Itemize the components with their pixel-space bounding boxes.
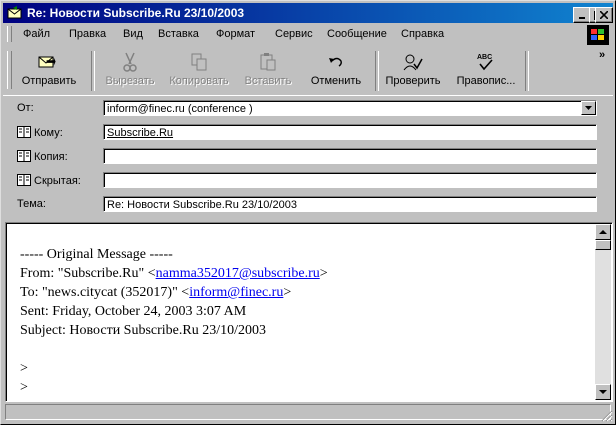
scroll-down-button[interactable] [595,384,611,400]
scissors-icon [123,52,137,72]
to-line: To: "news.citycat (352017)" <inform@fine… [20,285,292,300]
resize-grip-icon[interactable] [601,410,613,422]
bcc-label: Скрытая: [34,175,81,187]
address-book-icon [17,126,31,138]
menu-help[interactable]: Справка [401,28,444,40]
undo-button[interactable]: Отменить [305,51,367,91]
svg-text:ABC: ABC [477,54,492,61]
copy-label: Копировать [169,75,229,87]
from-dropdown[interactable]: inform@finec.ru (conference ) [103,100,597,116]
send-button[interactable]: Отправить [15,51,83,91]
spelling-button[interactable]: ABC Правопис... [451,51,521,91]
quote-line: > [20,380,28,395]
toolbar-more-chevron[interactable]: » [599,49,605,61]
spelling-label: Правопис... [456,75,516,87]
menu-edit[interactable]: Правка [69,28,106,40]
quote-line: > [20,361,28,376]
to-label: Кому: [34,127,63,139]
to-value: Subscribe.Ru [107,127,174,139]
arrow-up-icon [599,230,607,234]
menu-view[interactable]: Вид [123,28,143,40]
subject-field[interactable]: Re: Новости Subscribe.Ru 23/10/2003 [103,196,597,212]
from-line: From: "Subscribe.Ru" <namma352017@subscr… [20,266,328,281]
subject-line: Subject: Новости Subscribe.Ru 23/10/2003 [20,323,267,338]
undo-label: Отменить [310,75,362,87]
original-message-line: ----- Original Message ----- [20,247,173,262]
menu-tools[interactable]: Сервис [275,28,313,40]
scroll-up-button[interactable] [595,224,611,240]
scroll-thumb[interactable] [595,240,611,250]
address-book-icon [17,174,31,186]
undo-arrow-icon [329,57,342,67]
bcc-label-button[interactable]: Скрытая: [17,174,81,187]
check-names-button[interactable]: Проверить [383,51,443,91]
paste-label: Вставить [244,75,292,87]
check-names-label: Проверить [385,75,441,87]
spellcheck-abc-icon: ABC [477,54,493,71]
menu-message[interactable]: Сообщение [327,28,387,40]
to-field[interactable]: Subscribe.Ru [103,124,597,140]
menu-bar: Файл Правка Вид Вставка Формат Сервис Со… [3,24,613,46]
address-book-icon [17,150,31,162]
minimize-icon [579,17,585,19]
divider [3,95,613,96]
subject-label: Тема: [17,198,46,210]
copy-button[interactable]: Копировать [165,51,233,91]
menu-file[interactable]: Файл [23,28,50,40]
check-names-icon [403,54,423,71]
to-email-link[interactable]: inform@finec.ru [189,285,283,300]
send-envelope-icon [38,56,56,68]
to-label-button[interactable]: Кому: [17,126,63,139]
paste-button[interactable]: Вставить [237,51,299,91]
from-value: inform@finec.ru (conference ) [107,103,253,115]
from-email-link[interactable]: namma352017@subscribe.ru [156,266,320,281]
bcc-field[interactable] [103,172,597,188]
sent-line: Sent: Friday, October 24, 2003 3:07 AM [20,304,247,319]
close-icon [600,11,608,19]
paste-clipboard-icon [260,53,276,71]
envelope-reply-icon [7,6,22,19]
chevron-down-icon [585,106,592,110]
subject-value: Re: Новости Subscribe.Ru 23/10/2003 [107,199,297,211]
cut-label: Вырезать [105,75,155,87]
menubar-grip[interactable] [7,26,12,42]
send-label: Отправить [21,75,77,87]
menu-insert[interactable]: Вставка [158,28,199,40]
cut-button[interactable]: Вырезать [99,51,161,91]
toolbar-grip[interactable] [7,51,12,89]
toolbar-separator [525,51,529,91]
toolbar-separator [91,51,95,91]
vertical-scrollbar[interactable] [595,224,611,400]
cc-label-button[interactable]: Копия: [17,150,68,163]
arrow-down-icon [599,390,607,394]
copy-icon [191,53,207,71]
close-button[interactable] [595,7,613,23]
from-label: От: [17,102,34,114]
window-title: Re: Новости Subscribe.Ru 23/10/2003 [27,6,245,20]
from-dropdown-button[interactable] [581,101,596,115]
message-body[interactable]: ----- Original Message ----- From: "Subs… [5,222,613,402]
toolbar-separator [375,51,379,91]
compose-window: Re: Новости Subscribe.Ru 23/10/2003 Файл… [0,0,616,425]
status-bar [5,404,611,420]
cc-field[interactable] [103,148,597,164]
cc-label: Копия: [34,151,68,163]
message-text[interactable]: ----- Original Message ----- From: "Subs… [20,245,328,397]
windows-logo-icon [587,25,609,45]
menu-format[interactable]: Формат [216,28,255,40]
title-bar[interactable]: Re: Новости Subscribe.Ru 23/10/2003 [3,3,613,23]
